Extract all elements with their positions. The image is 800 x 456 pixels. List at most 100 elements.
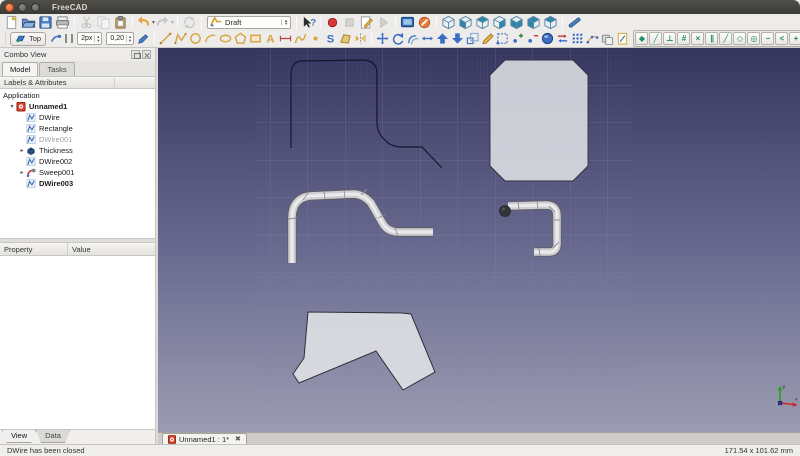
maximize-button[interactable]	[31, 2, 40, 12]
draft-trimex-button[interactable]	[420, 31, 435, 46]
toolbar-handle[interactable]	[5, 32, 6, 45]
draft-subelement-button[interactable]	[495, 31, 510, 46]
snap-center-toggle[interactable]: ◇	[733, 32, 747, 45]
spinner-arrows-icon[interactable]: ▲ ▼	[125, 35, 132, 42]
tab-data[interactable]: Data	[36, 430, 70, 443]
view-left-button[interactable]	[542, 14, 559, 30]
tab-model[interactable]: Model	[2, 62, 39, 76]
draft-scale-button[interactable]	[465, 31, 480, 46]
snap-angle-toggle[interactable]: ◎	[747, 32, 761, 45]
draft-polygon-button[interactable]	[233, 31, 248, 46]
draft-drawing-button[interactable]	[615, 31, 630, 46]
whats-this-button[interactable]: ?	[300, 14, 317, 30]
draft-dimension-button[interactable]	[278, 31, 293, 46]
tree-root[interactable]: Application	[0, 90, 155, 101]
draft-delpoint-button[interactable]	[525, 31, 540, 46]
text-scale-spinbox[interactable]: 0,20 ▲ ▼	[106, 32, 134, 45]
working-plane-button[interactable]: Top	[10, 31, 47, 46]
print-button[interactable]	[54, 14, 71, 30]
snap-ortho-toggle[interactable]: +	[789, 32, 800, 45]
workbench-selector[interactable]: Draft ▲ ▼	[207, 15, 292, 29]
draft-move-button[interactable]	[375, 31, 390, 46]
draft-downgrade-button[interactable]	[450, 31, 465, 46]
draft-shape2dview-button[interactable]	[540, 31, 555, 46]
new-file-button[interactable]	[3, 14, 20, 30]
tree-item-dwire001[interactable]: DWire001	[0, 134, 155, 145]
draft-line-button[interactable]	[158, 31, 173, 46]
draft-ellipse-button[interactable]	[218, 31, 233, 46]
draft-bspline-button[interactable]	[293, 31, 308, 46]
tree-item-unnamed1[interactable]: ▾ Unnamed1	[0, 101, 155, 112]
draft-patharray-button[interactable]	[585, 31, 600, 46]
snap-intersection-toggle[interactable]: ×	[691, 32, 705, 45]
document-tab[interactable]: Unnamed1 : 1* ✖	[162, 433, 247, 444]
draft-circle-button[interactable]	[188, 31, 203, 46]
draft-upgrade-button[interactable]	[435, 31, 450, 46]
snap-endpoint-toggle[interactable]: ╱	[649, 32, 663, 45]
float-panel-icon[interactable]	[131, 50, 141, 59]
draft-text-button[interactable]: A	[263, 31, 278, 46]
snap-near-toggle[interactable]: <	[775, 32, 789, 45]
view-front-button[interactable]	[457, 14, 474, 30]
snap-lock-toggle[interactable]: ◆	[635, 32, 649, 45]
view-top-button[interactable]	[474, 14, 491, 30]
spinner-arrows-icon[interactable]: ▲ ▼	[94, 35, 100, 42]
open-file-button[interactable]	[20, 14, 37, 30]
tree-item-dwire002[interactable]: DWire002	[0, 156, 155, 167]
tree-item-dwire[interactable]: DWire	[0, 112, 155, 123]
collapsed-arrow-icon[interactable]: ▸	[18, 169, 26, 176]
draft-array-button[interactable]	[570, 31, 585, 46]
tab-view[interactable]: View	[2, 430, 37, 443]
snap-perpendicular-toggle[interactable]: ⊥	[663, 32, 677, 45]
snap-grid-toggle[interactable]: #	[677, 32, 691, 45]
line-color-swatch[interactable]	[65, 34, 68, 43]
close-button[interactable]	[5, 2, 14, 12]
line-width-spinbox[interactable]: 2px ▲ ▼	[77, 32, 103, 45]
tree-item-rectangle[interactable]: Rectangle	[0, 123, 155, 134]
model-tree[interactable]: Application ▾ Unnamed1 DWire Rectangle DWire…	[0, 89, 155, 239]
titlebar[interactable]: FreeCAD	[0, 0, 800, 14]
view-axonometric-button[interactable]	[440, 14, 457, 30]
tree-item-thickness[interactable]: ▸ Thickness	[0, 145, 155, 156]
save-file-button[interactable]	[37, 14, 54, 30]
close-panel-icon[interactable]	[142, 50, 151, 59]
draft-to-sketch-button[interactable]	[555, 31, 570, 46]
collapsed-arrow-icon[interactable]: ▸	[18, 147, 26, 154]
macro-stop-button[interactable]	[341, 14, 358, 30]
draft-shapestring-button[interactable]: S	[323, 31, 338, 46]
view-rear-button[interactable]	[508, 14, 525, 30]
3d-viewport[interactable]: y x	[158, 48, 800, 432]
tree-item-dwire003[interactable]: DWire003	[0, 178, 155, 189]
combo-arrows-icon[interactable]: ▲ ▼	[281, 19, 288, 26]
snap-midpoint-toggle[interactable]: −	[761, 32, 775, 45]
snap-parallel-toggle[interactable]: ∥	[705, 32, 719, 45]
draft-addpoint-button[interactable]	[510, 31, 525, 46]
draft-mirror-button[interactable]	[353, 31, 368, 46]
expanded-arrow-icon[interactable]: ▾	[8, 103, 16, 110]
measure-distance-button[interactable]	[566, 14, 583, 30]
draft-point-button[interactable]	[308, 31, 323, 46]
redo-button[interactable]: ▾	[155, 14, 174, 30]
construction-mode-button[interactable]	[136, 31, 151, 46]
draft-offset-button[interactable]	[405, 31, 420, 46]
tab-tasks[interactable]: Tasks	[39, 62, 75, 76]
abort-button[interactable]	[416, 14, 433, 30]
paste-button[interactable]	[112, 14, 129, 30]
macro-play-button[interactable]	[375, 14, 392, 30]
tree-item-sweep001[interactable]: ▸ Sweep001	[0, 167, 155, 178]
draft-wire-button[interactable]	[173, 31, 188, 46]
macro-record-button[interactable]	[324, 14, 341, 30]
draft-arc-button[interactable]	[203, 31, 218, 46]
draft-rectangle-button[interactable]	[248, 31, 263, 46]
draft-clone-button[interactable]	[600, 31, 615, 46]
view-right-button[interactable]	[491, 14, 508, 30]
draft-rotate-button[interactable]	[390, 31, 405, 46]
refresh-button[interactable]	[181, 14, 198, 30]
autogroup-button[interactable]	[48, 31, 63, 46]
face-color-swatch[interactable]	[71, 34, 74, 43]
rectangle-face-shape[interactable]	[489, 59, 589, 182]
property-editor[interactable]	[0, 256, 155, 430]
macro-edit-button[interactable]	[358, 14, 375, 30]
minimize-button[interactable]	[18, 2, 27, 12]
tab-close-icon[interactable]: ✖	[235, 435, 241, 443]
